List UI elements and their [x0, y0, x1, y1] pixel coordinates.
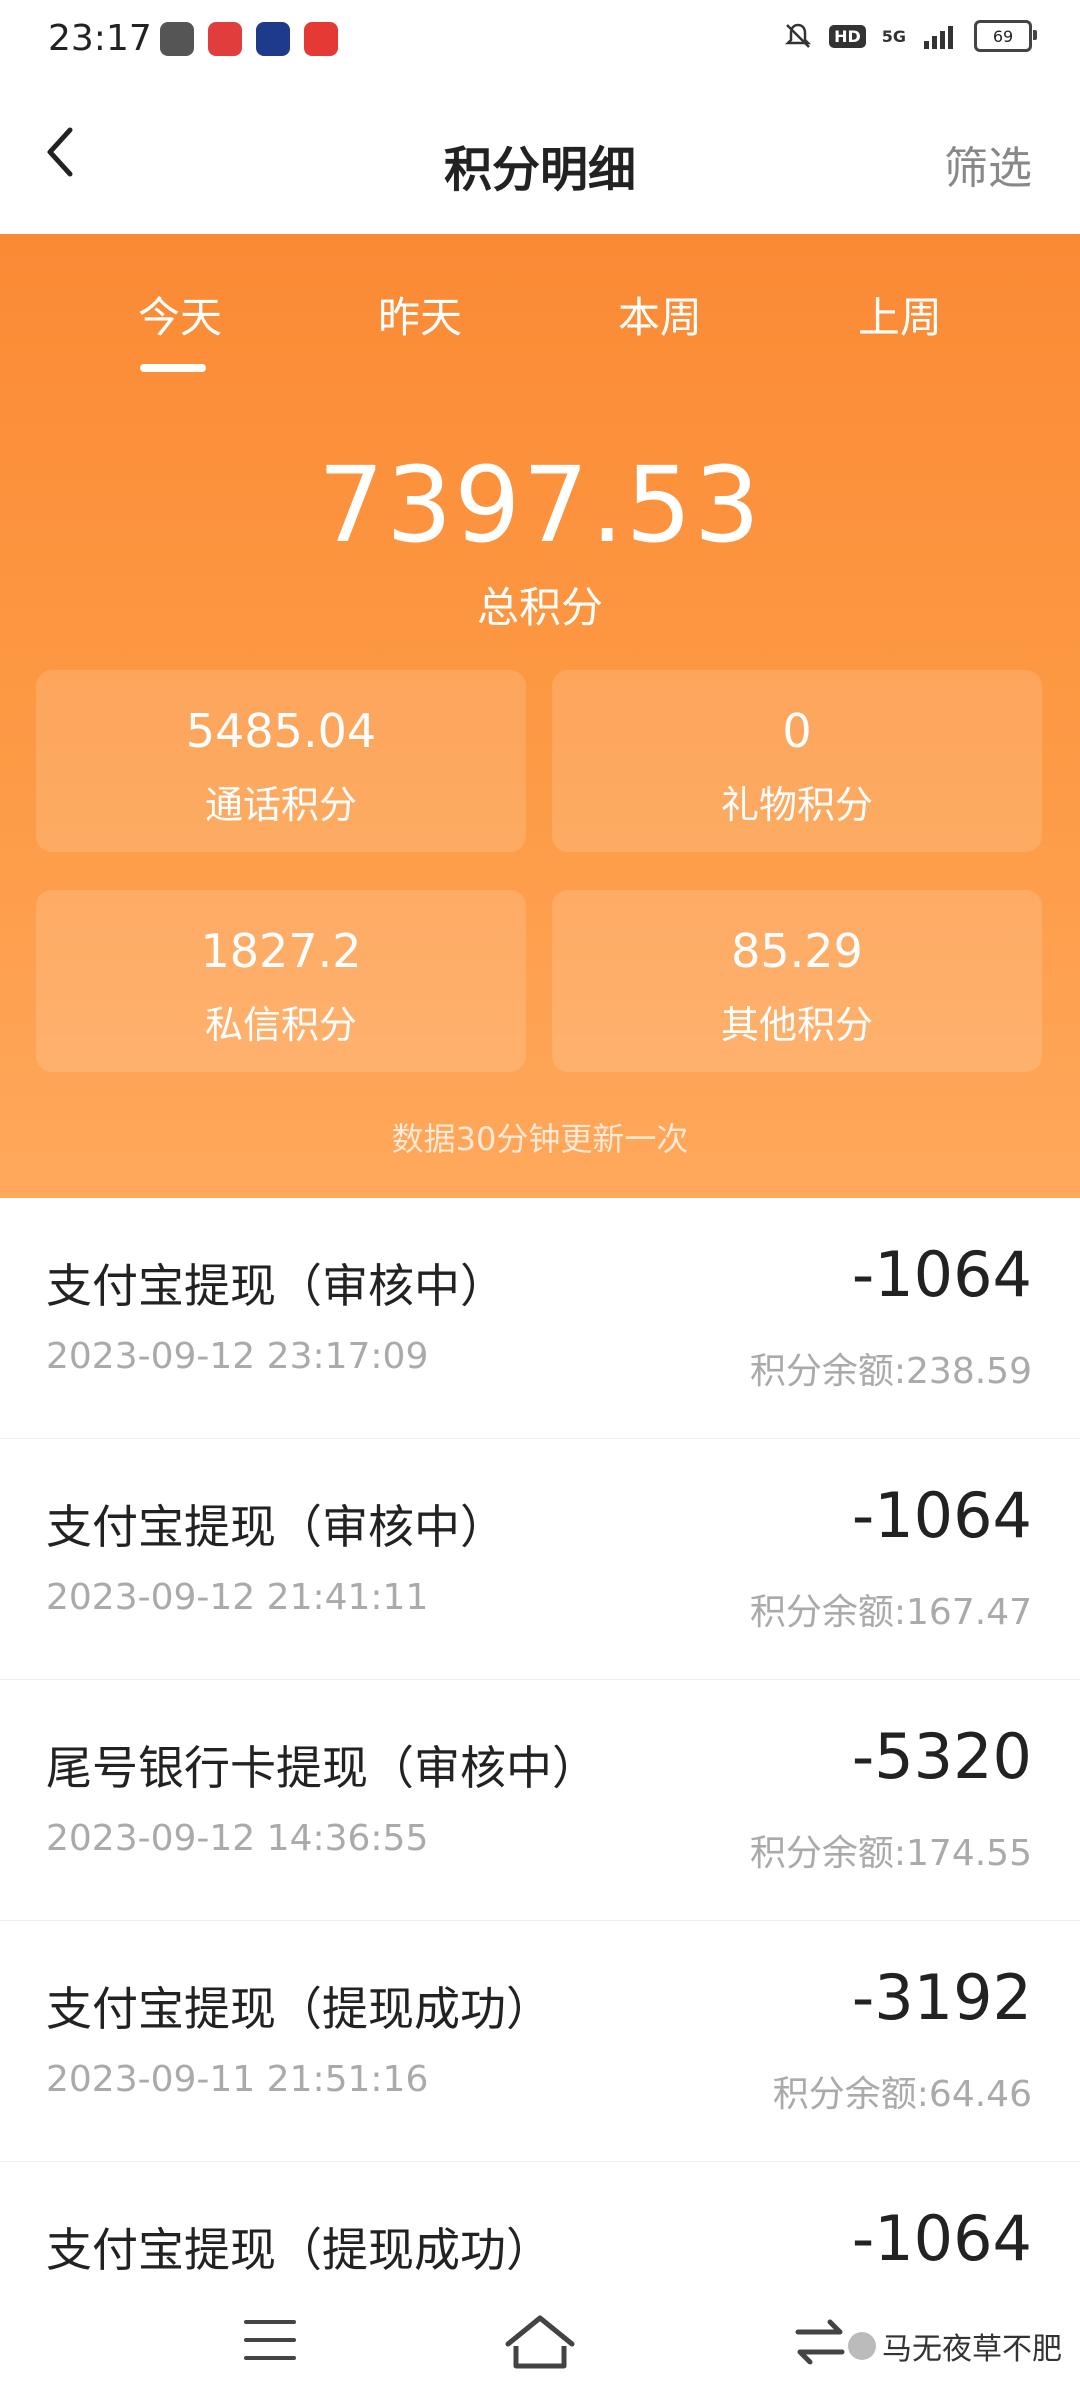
tab-last-week[interactable]: 上周: [780, 284, 1020, 345]
record-time: 2023-09-12 14:36:55: [46, 1818, 429, 1859]
signal-icon: [924, 26, 953, 49]
status-app-icons: [160, 22, 338, 56]
battery-level: 69: [992, 26, 1014, 46]
page-title: 积分明细: [443, 142, 636, 198]
record-title: 支付宝提现（提现成功）: [46, 1982, 552, 2036]
app-icon-4: [304, 22, 338, 56]
points-card-other: 85.29 其他积分: [552, 890, 1042, 1072]
points-card-gift: 0 礼物积分: [552, 670, 1042, 852]
card-value: 85.29: [731, 924, 863, 978]
home-icon[interactable]: [500, 2310, 580, 2374]
system-nav-bar: 马无夜草不肥: [0, 2280, 1080, 2408]
record-time: 2023-09-12 21:41:11: [46, 1577, 429, 1618]
total-points-label: 总积分: [476, 583, 603, 632]
watermark: 马无夜草不肥: [848, 2324, 1062, 2368]
card-label: 其他积分: [720, 1003, 873, 1047]
card-value: 0: [782, 704, 812, 758]
mute-bell-icon: [785, 23, 812, 48]
app-icon-2: [208, 22, 242, 56]
record-amount: -1064: [851, 1479, 1032, 1552]
app-icon-1: [160, 22, 194, 56]
record-balance: 积分余额:238.59: [749, 1351, 1032, 1392]
records-list: 支付宝提现（审核中） 2023-09-12 23:17:09 -1064 积分余…: [0, 1198, 1080, 2403]
tab-yesterday[interactable]: 昨天: [300, 284, 540, 345]
menu-icon[interactable]: [244, 2320, 296, 2360]
record-amount: -1064: [851, 1238, 1032, 1311]
status-time: 23:17: [48, 18, 152, 59]
nav-bar: 积分明细 筛选: [0, 84, 1080, 234]
record-title: 支付宝提现（审核中）: [46, 1259, 506, 1313]
record-amount: -5320: [851, 1720, 1032, 1793]
points-card-call: 5485.04 通话积分: [36, 670, 526, 852]
record-title: 支付宝提现（审核中）: [46, 1500, 506, 1554]
total-points-value: 7397.53: [317, 444, 763, 566]
record-time: 2023-09-12 23:17:09: [46, 1336, 429, 1377]
status-indicators: HD 5G 69: [783, 20, 1037, 52]
wechat-icon: [848, 2332, 876, 2360]
active-tab-indicator: [140, 364, 206, 372]
record-balance: 积分余额:174.55: [749, 1833, 1032, 1874]
update-note: 数据30分钟更新一次: [391, 1120, 689, 1158]
period-tabs: 今天 昨天 本周 上周: [0, 284, 1080, 345]
tab-today[interactable]: 今天: [60, 284, 300, 345]
back-arrows-icon[interactable]: [790, 2314, 850, 2370]
watermark-text: 马无夜草不肥: [882, 2332, 1062, 2367]
record-amount: -1064: [851, 2202, 1032, 2275]
filter-button[interactable]: 筛选: [944, 132, 1032, 196]
list-item[interactable]: 支付宝提现（审核中） 2023-09-12 21:41:11 -1064 积分余…: [0, 1439, 1080, 1680]
record-title: 支付宝提现（提现成功）: [46, 2223, 552, 2277]
record-balance: 积分余额:64.46: [772, 2074, 1032, 2115]
record-amount: -3192: [851, 1961, 1032, 2034]
record-title: 尾号银行卡提现（审核中）: [46, 1741, 598, 1795]
battery-icon: 69: [974, 20, 1037, 52]
list-item[interactable]: 支付宝提现（提现成功） 2023-09-11 21:51:16 -3192 积分…: [0, 1921, 1080, 2162]
card-value: 5485.04: [185, 704, 377, 758]
list-item[interactable]: 支付宝提现（审核中） 2023-09-12 23:17:09 -1064 积分余…: [0, 1198, 1080, 1439]
list-item[interactable]: 尾号银行卡提现（审核中） 2023-09-12 14:36:55 -5320 积…: [0, 1680, 1080, 1921]
record-balance: 积分余额:167.47: [749, 1592, 1032, 1633]
card-label: 通话积分: [204, 783, 357, 827]
tab-this-week[interactable]: 本周: [540, 284, 780, 345]
card-value: 1827.2: [200, 924, 362, 978]
summary-panel: 今天 昨天 本周 上周 7397.53 总积分 5485.04 通话积分 0 礼…: [0, 234, 1080, 1198]
card-label: 礼物积分: [720, 783, 873, 827]
card-label: 私信积分: [204, 1003, 357, 1047]
network-type: 5G: [881, 26, 906, 46]
app-icon-3: [256, 22, 290, 56]
hd-badge: HD: [829, 24, 866, 48]
record-time: 2023-09-11 21:51:16: [46, 2059, 429, 2100]
points-card-message: 1827.2 私信积分: [36, 890, 526, 1072]
status-bar: 23:17 HD 5G 69: [0, 0, 1080, 84]
